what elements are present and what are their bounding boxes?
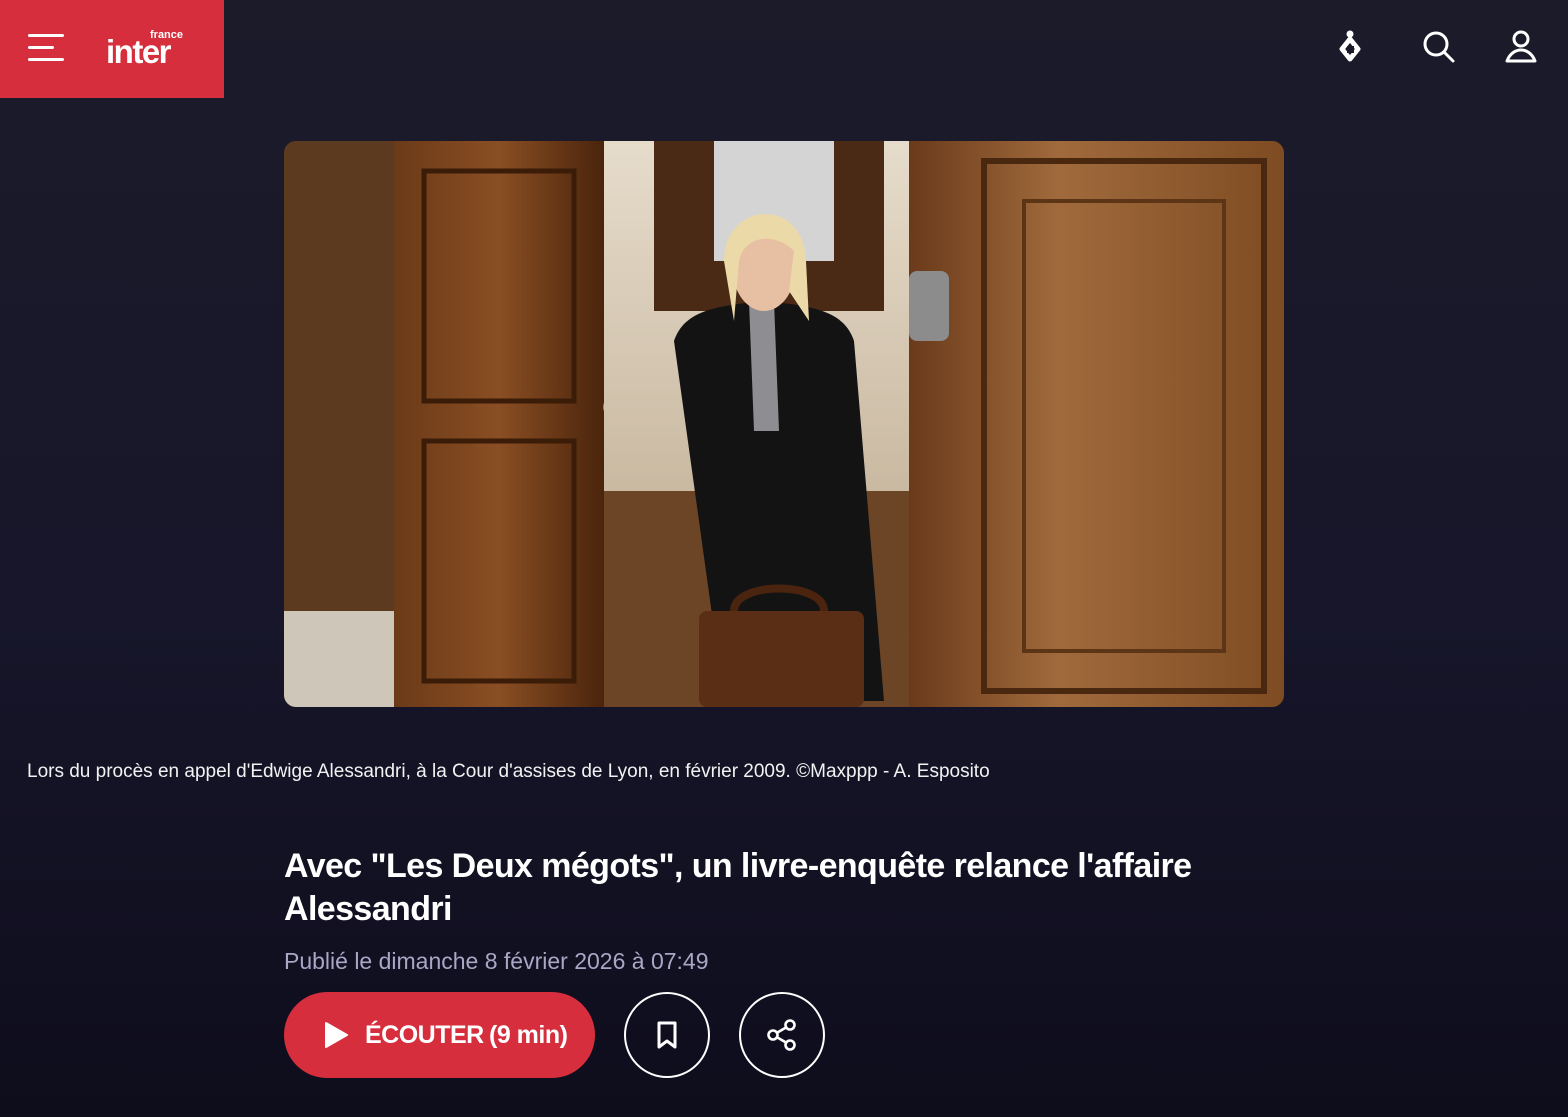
share-icon: [767, 1019, 796, 1051]
logo-main-text: inter: [106, 33, 172, 70]
photo-caption: Lors du procès en appel d'Edwige Alessan…: [27, 761, 990, 782]
account-button[interactable]: [1501, 26, 1541, 66]
search-button[interactable]: [1418, 26, 1458, 66]
courtroom-photo: [284, 141, 1284, 707]
bookmark-button[interactable]: [624, 992, 710, 1078]
search-icon: [1423, 31, 1455, 63]
listen-label: ÉCOUTER: [365, 1021, 484, 1049]
menu-button[interactable]: [28, 31, 64, 63]
listen-duration: (9 min): [489, 1021, 568, 1049]
live-radio-icon: [1339, 30, 1361, 62]
page: france inter Lors du procès en appel d'E…: [0, 0, 1568, 1117]
live-radio-button[interactable]: [1330, 26, 1370, 66]
france-inter-logo[interactable]: france inter: [106, 30, 186, 70]
user-account-icon: [1505, 30, 1537, 63]
bookmark-icon: [657, 1021, 677, 1049]
hero-photo: [284, 141, 1284, 707]
play-icon: [325, 1022, 348, 1048]
hamburger-menu-icon: [28, 34, 64, 37]
site-header: france inter: [0, 0, 1568, 98]
listen-button[interactable]: ÉCOUTER (9 min): [284, 992, 595, 1078]
publish-date: Publié le dimanche 8 février 2026 à 07:4…: [284, 948, 709, 974]
share-button[interactable]: [739, 992, 825, 1078]
article-title: Avec "Les Deux mégots", un livre-enquête…: [284, 847, 1192, 928]
brand-block: france inter: [0, 0, 224, 98]
